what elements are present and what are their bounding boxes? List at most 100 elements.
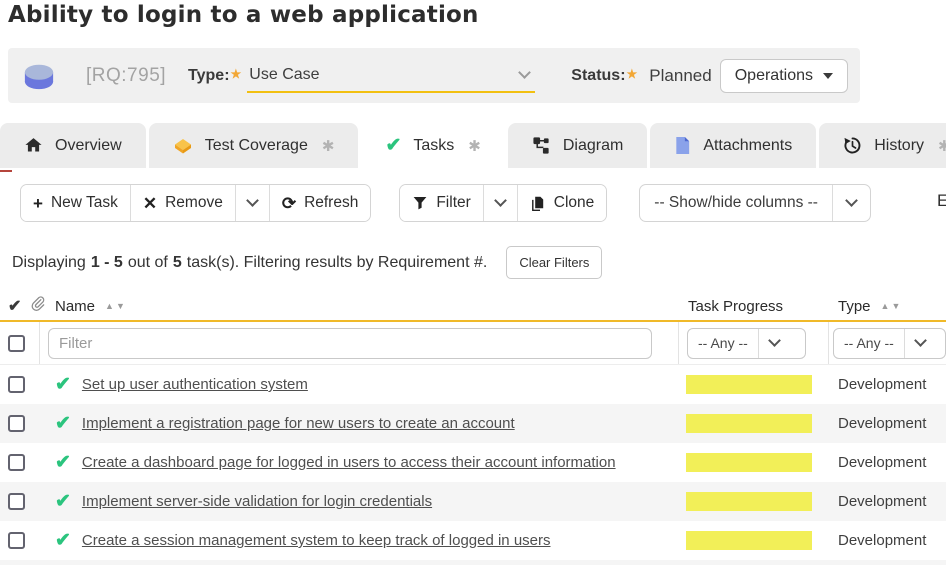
- task-name-cell: ✔ Set up user authentication system: [40, 373, 678, 396]
- row-checkbox[interactable]: [8, 532, 25, 549]
- chevron-down-icon: [845, 194, 858, 207]
- task-check-icon: ✔: [55, 529, 71, 552]
- asterisk-icon: ✱: [322, 137, 335, 155]
- sort-down-icon[interactable]: ▼: [116, 302, 125, 311]
- check-column-icon: ✔: [8, 296, 21, 316]
- sort-up-icon[interactable]: ▲: [881, 302, 890, 311]
- any-option-label: -- Any --: [834, 329, 904, 358]
- chevron-down-cell[interactable]: [758, 329, 791, 358]
- edit-button-partial[interactable]: E: [937, 191, 946, 211]
- task-progress-column-header: Task Progress: [678, 298, 828, 315]
- tab-attachments[interactable]: Attachments: [650, 123, 816, 168]
- chevron-down-cell[interactable]: [904, 329, 937, 358]
- filter-label: Filter: [436, 194, 470, 212]
- row-checkbox[interactable]: [8, 376, 25, 393]
- show-hide-columns-label: -- Show/hide columns --: [640, 185, 832, 221]
- task-progress-cell: [678, 453, 828, 472]
- task-link[interactable]: Create a dashboard page for logged in us…: [82, 454, 616, 471]
- type-dropdown[interactable]: Use Case: [247, 59, 535, 93]
- row-checkbox-cell: [0, 532, 40, 549]
- sort-up-icon[interactable]: ▲: [105, 302, 114, 311]
- filter-progress-cell: -- Any --: [678, 322, 828, 364]
- row-checkbox[interactable]: [8, 415, 25, 432]
- refresh-icon: ⟳: [282, 195, 296, 212]
- type-column-label: Type: [838, 298, 871, 315]
- filter-actions-group: Filter Clone: [399, 184, 607, 222]
- filter-button[interactable]: Filter: [400, 185, 482, 221]
- clear-filters-button[interactable]: Clear Filters: [506, 246, 602, 279]
- summary-total: 5: [173, 254, 182, 272]
- task-check-icon: ✔: [55, 412, 71, 435]
- table-header-row: ✔ Name ▲ ▼ Task Progress Type: [0, 292, 946, 322]
- requirement-id: [RQ:795]: [86, 65, 166, 87]
- requirement-detail-page: Ability to login to a web application [R…: [0, 0, 946, 565]
- type-column-header: Type ▲ ▼: [828, 298, 946, 315]
- requirement-cylinder-icon: [20, 60, 58, 92]
- remove-label: Remove: [165, 194, 223, 212]
- chevron-down-icon: [494, 194, 507, 207]
- progress-bar: [686, 531, 812, 550]
- task-check-icon: ✔: [385, 134, 401, 157]
- tab-overview[interactable]: Overview: [0, 123, 146, 168]
- name-column-label: Name: [55, 298, 95, 315]
- type-filter-dropdown[interactable]: -- Any --: [833, 328, 946, 359]
- row-checkbox-cell: [0, 376, 40, 393]
- table-row: ✔ Create a dashboard page for logged in …: [0, 443, 946, 482]
- type-value: Use Case: [249, 66, 319, 84]
- remove-button[interactable]: ✕ Remove: [130, 185, 235, 221]
- tab-history[interactable]: History ✱: [819, 123, 946, 168]
- new-task-button[interactable]: + New Task: [21, 185, 130, 221]
- task-name-cell: ✔ Create a dashboard page for logged in …: [40, 451, 678, 474]
- progress-bar: [686, 492, 812, 511]
- tab-tasks[interactable]: ✔ Tasks ✱: [361, 123, 504, 168]
- row-checkbox-cell: [0, 454, 40, 471]
- tab-test-coverage[interactable]: Test Coverage ✱: [149, 123, 359, 168]
- chevron-down-icon: [914, 334, 927, 347]
- caret-down-icon: [823, 73, 833, 79]
- name-sort-control[interactable]: ▲ ▼: [105, 302, 125, 311]
- row-checkbox[interactable]: [8, 454, 25, 471]
- chevron-down-icon: [246, 194, 259, 207]
- task-check-icon: ✔: [55, 373, 71, 396]
- task-progress-cell: [678, 414, 828, 433]
- status-label: Status:★: [571, 67, 637, 85]
- progress-bar: [686, 453, 812, 472]
- table-row: ✔ Create a session management system to …: [0, 521, 946, 560]
- tab-label: Tasks: [413, 137, 454, 155]
- header-icons-cell: ✔: [0, 295, 40, 317]
- clone-button[interactable]: Clone: [517, 185, 607, 221]
- remove-menu-button[interactable]: [235, 185, 269, 221]
- select-all-checkbox[interactable]: [8, 335, 25, 352]
- task-link[interactable]: Implement server-side validation for log…: [82, 493, 432, 510]
- diagram-icon: [532, 136, 551, 155]
- accent-dash: [0, 170, 12, 172]
- summary-prefix: Displaying: [12, 254, 86, 272]
- row-checkbox-cell: [0, 493, 40, 510]
- task-link[interactable]: Implement a registration page for new us…: [82, 415, 515, 432]
- table-row: ✔ Implement server-side validation for l…: [0, 482, 946, 521]
- name-column-header: Name ▲ ▼: [40, 298, 678, 315]
- tab-diagram[interactable]: Diagram: [508, 123, 647, 168]
- row-checkbox[interactable]: [8, 493, 25, 510]
- name-filter-input[interactable]: [48, 328, 652, 359]
- refresh-button[interactable]: ⟳ Refresh: [269, 185, 371, 221]
- progress-filter-dropdown[interactable]: -- Any --: [687, 328, 806, 359]
- task-link[interactable]: Set up user authentication system: [82, 376, 308, 393]
- clone-icon: [530, 195, 546, 212]
- new-task-label: New Task: [51, 194, 118, 212]
- summary-range: 1 - 5: [91, 254, 123, 272]
- summary-middle: out of: [128, 254, 168, 272]
- task-name-cell: ✔ Implement server-side validation for l…: [40, 490, 678, 513]
- operations-button[interactable]: Operations: [720, 59, 848, 93]
- task-link[interactable]: Create a session management system to ke…: [82, 532, 551, 549]
- task-name-cell: ✔ Create a session management system to …: [40, 529, 678, 552]
- chevron-down-cell[interactable]: [832, 185, 870, 221]
- filter-menu-button[interactable]: [483, 185, 517, 221]
- sort-down-icon[interactable]: ▼: [891, 302, 900, 311]
- operations-label: Operations: [735, 67, 813, 85]
- plus-icon: +: [33, 195, 43, 212]
- results-summary: Displaying 1 - 5 out of 5 task(s). Filte…: [12, 246, 602, 279]
- tasks-toolbar: + New Task ✕ Remove ⟳ Refresh Filter: [20, 184, 871, 222]
- show-hide-columns-dropdown[interactable]: -- Show/hide columns --: [639, 184, 871, 222]
- type-sort-control[interactable]: ▲ ▼: [881, 302, 901, 311]
